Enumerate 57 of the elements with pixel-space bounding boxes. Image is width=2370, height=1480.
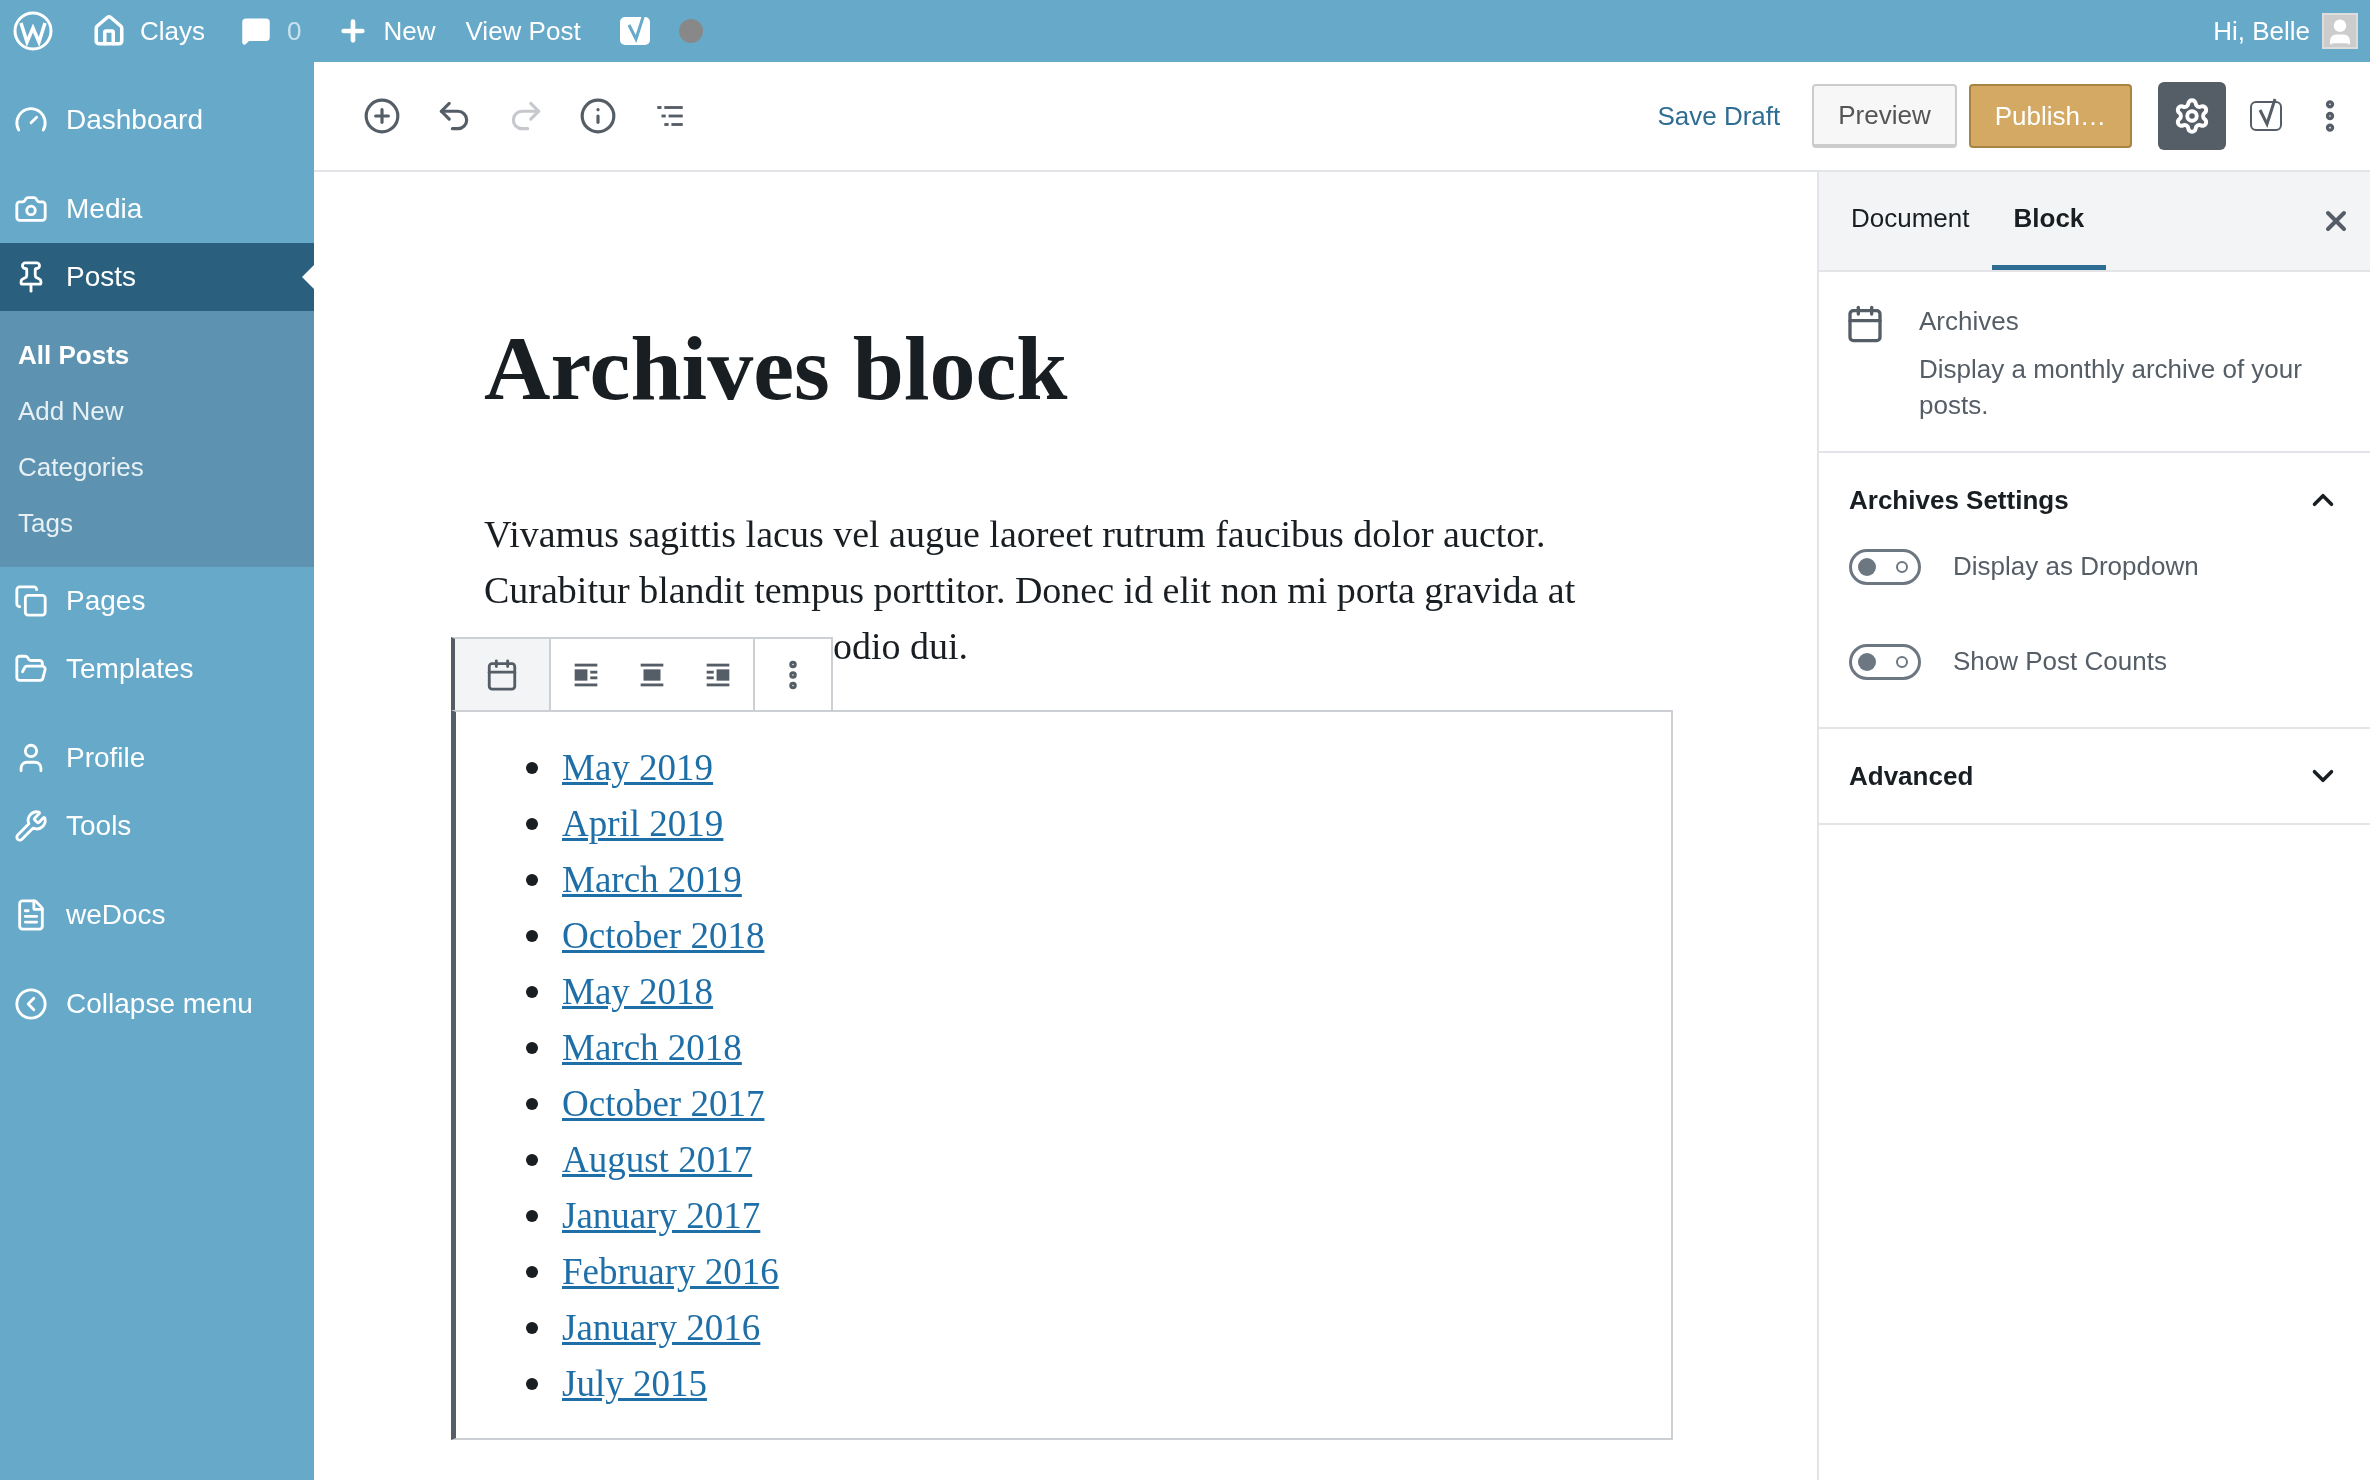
settings-button[interactable] [2158, 82, 2226, 150]
collapse-icon [14, 987, 48, 1021]
bullet-icon [526, 1266, 538, 1278]
archive-link[interactable]: March 2019 [562, 852, 742, 908]
submenu-item[interactable]: Add New [0, 383, 314, 439]
paragraph-text[interactable]: odio dui. [833, 618, 969, 674]
home-icon[interactable] [92, 14, 126, 48]
calendar-icon [1845, 304, 1885, 344]
toggle-switch[interactable] [1849, 548, 1921, 585]
current-page-arrow [302, 265, 314, 289]
archive-link[interactable]: May 2018 [562, 964, 714, 1020]
preview-button[interactable]: Preview [1812, 84, 1957, 148]
archive-link[interactable]: July 2015 [562, 1356, 707, 1412]
bullet-icon [526, 1378, 538, 1390]
panel-header[interactable]: Archives Settings [1819, 453, 2370, 547]
save-draft-button[interactable]: Save Draft [1657, 96, 1781, 136]
archive-link[interactable]: February 2016 [562, 1244, 779, 1300]
toggle-label: Display as Dropdown [1953, 550, 2199, 583]
sidebar-tab[interactable]: Block [1991, 172, 2107, 270]
submenu-item[interactable]: All Posts [0, 327, 314, 383]
bullet-icon [526, 874, 538, 886]
wrench-icon [14, 809, 48, 843]
sidebar-tab[interactable]: Document [1829, 172, 1992, 270]
bullet-icon [526, 1154, 538, 1166]
comment-icon[interactable] [241, 16, 271, 46]
block-description: Display a monthly archive of your posts. [1919, 353, 2303, 422]
archive-link[interactable]: May 2019 [562, 740, 714, 796]
bullet-icon [526, 1098, 538, 1110]
calendar-icon[interactable] [485, 657, 519, 692]
panel-header[interactable]: Advanced [1819, 729, 2370, 823]
bullet-icon [526, 930, 538, 942]
archives-block[interactable]: May 2019 April 2019 March 2019 October 2018 May 2018 March 2018 October 2017 August 2017 January 2017 February 2016 January 2016 July 2015 [451, 710, 1673, 1440]
archive-link[interactable]: October 2017 [562, 1076, 765, 1132]
post-title[interactable]: Archives block [484, 322, 1817, 414]
archive-link[interactable]: January 2017 [562, 1188, 761, 1244]
archive-link[interactable]: January 2016 [562, 1300, 761, 1356]
archive-link[interactable]: April 2019 [562, 796, 724, 852]
info-icon [579, 97, 617, 135]
pages-icon [14, 584, 48, 618]
add-block-icon [363, 97, 401, 135]
bullet-icon [526, 1042, 538, 1054]
archive-link[interactable]: October 2018 [562, 908, 765, 964]
archive-link[interactable]: March 2018 [562, 1020, 742, 1076]
bullet-icon [526, 1322, 538, 1334]
toggle-switch[interactable] [1849, 643, 1921, 680]
gear-icon [2173, 97, 2211, 135]
block-name: Archives [1919, 305, 2020, 338]
bullet-icon [526, 818, 538, 830]
submenu-item[interactable]: Tags [0, 495, 314, 551]
submenu-item[interactable]: Categories [0, 439, 314, 495]
toggle-label: Show Post Counts [1953, 645, 2167, 678]
menu-item[interactable]: Posts [0, 243, 314, 311]
bullet-icon [526, 1210, 538, 1222]
wordpress-logo-icon[interactable] [12, 10, 54, 52]
bullet-icon [526, 762, 538, 774]
bullet-icon [526, 986, 538, 998]
archive-link[interactable]: August 2017 [562, 1132, 753, 1188]
